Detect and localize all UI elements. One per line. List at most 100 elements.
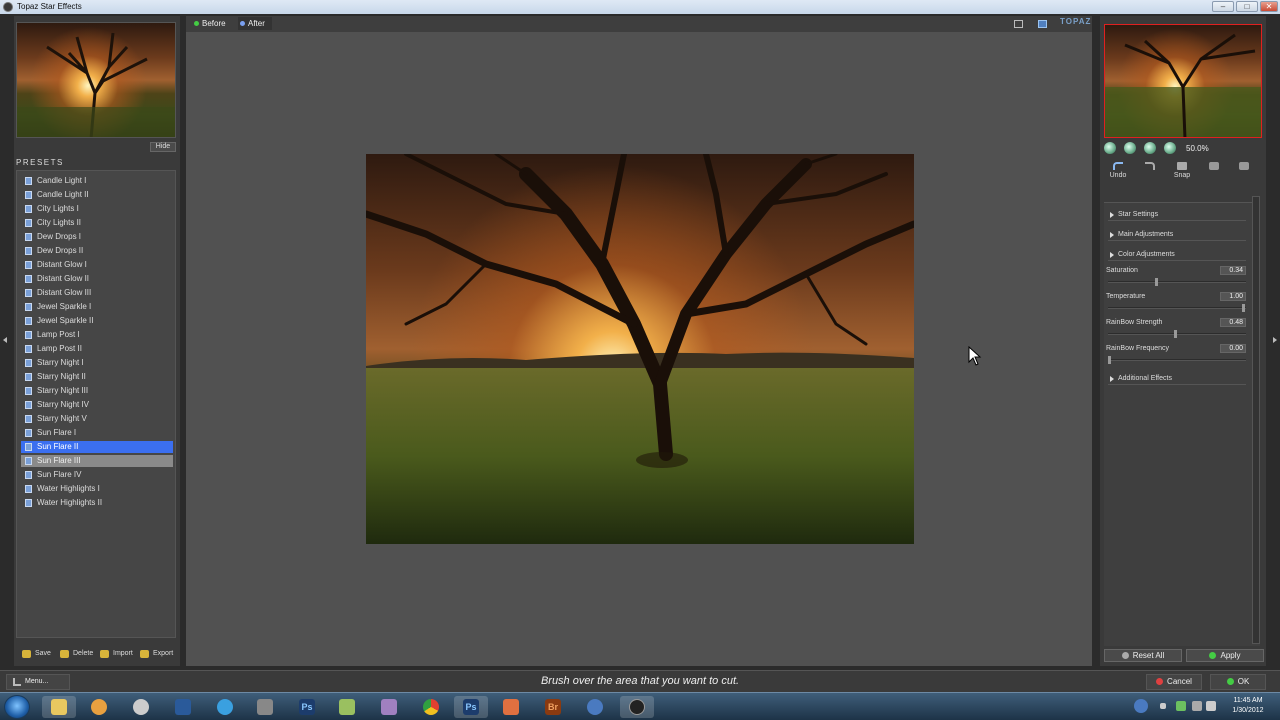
- saturation-slider-knob[interactable]: [1155, 278, 1158, 286]
- rainbow-strength-slider-knob[interactable]: [1174, 330, 1177, 338]
- zoom-actual-icon[interactable]: [1164, 142, 1176, 154]
- compare-button[interactable]: [1202, 162, 1226, 172]
- import-preset-button[interactable]: Import: [100, 648, 133, 660]
- delete-preset-button[interactable]: Delete: [60, 648, 93, 660]
- preset-item[interactable]: Distant Glow I: [21, 259, 173, 271]
- tray-volume-icon[interactable]: [1206, 701, 1216, 711]
- taskbar-app-purple[interactable]: [372, 696, 406, 718]
- preset-item[interactable]: Jewel Sparkle II: [21, 315, 173, 327]
- saturation-value-input[interactable]: 0.34: [1220, 266, 1246, 275]
- navigator-tree-icon: [1105, 33, 1261, 137]
- paint-icon: [381, 699, 397, 715]
- taskbar-app-orange[interactable]: [494, 696, 528, 718]
- presets-list[interactable]: Candle Light I Candle Light II City Lights…: [16, 170, 176, 638]
- section-additional-effects[interactable]: Additional Effects: [1108, 373, 1246, 385]
- close-button[interactable]: ✕: [1260, 1, 1278, 12]
- temperature-slider[interactable]: [1108, 304, 1246, 312]
- zoom-fit-icon[interactable]: [1104, 142, 1116, 154]
- single-view-icon[interactable]: [1014, 20, 1023, 28]
- tray-expand-icon[interactable]: [1160, 703, 1166, 709]
- temperature-slider-knob[interactable]: [1242, 304, 1245, 312]
- saturation-slider[interactable]: [1108, 278, 1246, 286]
- taskbar-app-blue[interactable]: [208, 696, 242, 718]
- menu-button[interactable]: Menu...: [6, 674, 70, 690]
- export-preset-button[interactable]: Export: [140, 648, 173, 660]
- split-view-icon[interactable]: [1038, 20, 1047, 28]
- preset-item[interactable]: City Lights I: [21, 203, 173, 215]
- tray-app-icon[interactable]: [1134, 699, 1148, 713]
- section-star-settings[interactable]: Star Settings: [1108, 209, 1246, 221]
- tab-before[interactable]: Before: [192, 17, 232, 30]
- preset-item[interactable]: Distant Glow II: [21, 273, 173, 285]
- snap-button[interactable]: Snap: [1170, 162, 1194, 179]
- undo-button[interactable]: Undo: [1106, 162, 1130, 179]
- cancel-button[interactable]: Cancel: [1146, 674, 1202, 690]
- preset-item[interactable]: Sun Flare I: [21, 427, 173, 439]
- taskbar-media-player[interactable]: [82, 696, 116, 718]
- preset-item[interactable]: Sun Flare III: [21, 455, 173, 467]
- preset-item[interactable]: Dew Drops II: [21, 245, 173, 257]
- preset-item[interactable]: Candle Light I: [21, 175, 173, 187]
- save-preset-button[interactable]: Save: [22, 648, 51, 660]
- taskbar-photoshop-2[interactable]: Ps: [454, 696, 488, 718]
- start-button[interactable]: [4, 695, 30, 719]
- preset-item[interactable]: Lamp Post I: [21, 329, 173, 341]
- navigator-thumbnail[interactable]: [1104, 24, 1262, 138]
- preset-item[interactable]: Candle Light II: [21, 189, 173, 201]
- taskbar-photoshop-1[interactable]: Ps: [290, 696, 324, 718]
- preset-item[interactable]: Starry Night V: [21, 413, 173, 425]
- tray-network-icon[interactable]: [1176, 701, 1186, 711]
- maximize-button[interactable]: □: [1236, 1, 1258, 12]
- rainbow-strength-slider[interactable]: [1108, 330, 1246, 338]
- main-photo[interactable]: [366, 154, 914, 544]
- rainbow-frequency-slider-knob[interactable]: [1108, 356, 1111, 364]
- collapse-left-icon[interactable]: [3, 337, 7, 343]
- taskbar-app-gear[interactable]: [578, 696, 612, 718]
- clock-date: 1/30/2012: [1232, 707, 1264, 714]
- rainbow-strength-value-input[interactable]: 0.48: [1220, 318, 1246, 327]
- zoom-out-icon[interactable]: [1144, 142, 1156, 154]
- taskbar-chrome[interactable]: [414, 696, 448, 718]
- taskbar-clock[interactable]: 11:45 AM 1/30/2012: [1218, 696, 1278, 716]
- taskbar-hp[interactable]: [124, 696, 158, 718]
- minimize-button[interactable]: –: [1212, 1, 1234, 12]
- taskbar-app-gray[interactable]: [248, 696, 282, 718]
- collapse-right-icon[interactable]: [1273, 337, 1277, 343]
- preset-item[interactable]: Sun Flare II: [21, 441, 173, 453]
- taskbar-app-green[interactable]: [330, 696, 364, 718]
- preset-item[interactable]: Distant Glow III: [21, 287, 173, 299]
- preset-item[interactable]: Starry Night IV: [21, 399, 173, 411]
- rainbow-frequency-slider[interactable]: [1108, 356, 1246, 364]
- reset-all-button[interactable]: Reset All: [1104, 649, 1182, 662]
- rainbow-frequency-value-input[interactable]: 0.00: [1220, 344, 1246, 353]
- adjustments-scrollbar[interactable]: [1252, 196, 1260, 644]
- preset-item[interactable]: Jewel Sparkle I: [21, 301, 173, 313]
- apply-button[interactable]: Apply: [1186, 649, 1264, 662]
- zoom-in-icon[interactable]: [1124, 142, 1136, 154]
- preset-item[interactable]: City Lights II: [21, 217, 173, 229]
- preset-item[interactable]: Lamp Post II: [21, 343, 173, 355]
- preset-item[interactable]: Sun Flare IV: [21, 469, 173, 481]
- taskbar-topaz[interactable]: [620, 696, 654, 718]
- preset-item[interactable]: Water Highlights I: [21, 483, 173, 495]
- preset-item[interactable]: Starry Night III: [21, 385, 173, 397]
- info-button[interactable]: [1232, 162, 1256, 172]
- temperature-value-input[interactable]: 1.00: [1220, 292, 1246, 301]
- taskbar-bridge[interactable]: Br: [536, 696, 570, 718]
- preset-item[interactable]: Dew Drops I: [21, 231, 173, 243]
- section-main-adjustments[interactable]: Main Adjustments: [1108, 229, 1246, 241]
- hide-preview-button[interactable]: Hide: [150, 142, 176, 152]
- taskbar-explorer[interactable]: [42, 696, 76, 718]
- ok-button[interactable]: OK: [1210, 674, 1266, 690]
- preset-item[interactable]: Starry Night I: [21, 357, 173, 369]
- folder-icon: [51, 699, 67, 715]
- saturation-label: Saturation: [1106, 267, 1138, 274]
- redo-button[interactable]: [1138, 162, 1162, 172]
- taskbar-tasks[interactable]: [166, 696, 200, 718]
- preset-item[interactable]: Starry Night II: [21, 371, 173, 383]
- preset-item[interactable]: Water Highlights II: [21, 497, 173, 509]
- preset-file-icon: [25, 443, 32, 451]
- section-color-adjustments[interactable]: Color Adjustments: [1108, 249, 1246, 261]
- tab-after[interactable]: After: [238, 17, 272, 30]
- tray-monitor-icon[interactable]: [1192, 701, 1202, 711]
